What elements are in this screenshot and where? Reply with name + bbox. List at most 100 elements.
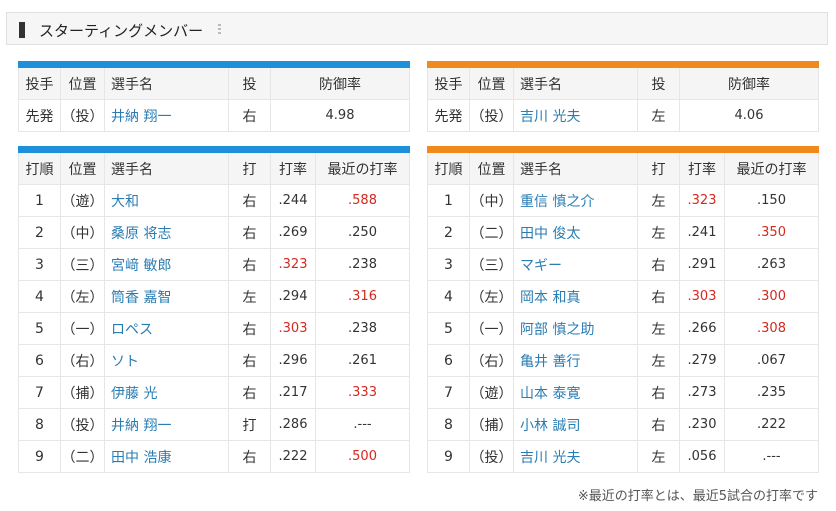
player-name-link[interactable]: ロペス bbox=[104, 312, 229, 345]
recent-average: .150 bbox=[724, 184, 819, 217]
player-name-link[interactable]: 亀井 善行 bbox=[513, 344, 638, 377]
pitcher-name-link[interactable]: 井納 翔一 bbox=[104, 99, 229, 132]
recent-average: .300 bbox=[724, 280, 819, 313]
player-name-link[interactable]: マギー bbox=[513, 248, 638, 281]
header-cell: 選手名 bbox=[104, 149, 229, 185]
batting-average: .296 bbox=[270, 344, 316, 377]
player-name-link[interactable]: 宮﨑 敏郎 bbox=[104, 248, 229, 281]
player-name-link[interactable]: ソト bbox=[104, 344, 229, 377]
batting-order: 9 bbox=[18, 440, 61, 473]
batting-hand: 右 bbox=[637, 248, 680, 281]
pitcher-position: （投） bbox=[469, 99, 514, 132]
dotted-separator-icon bbox=[218, 24, 221, 36]
position: （三） bbox=[469, 248, 514, 281]
recent-average: .261 bbox=[315, 344, 410, 377]
lineup-row: 8 （投） 井納 翔一打 .286 .--- bbox=[18, 408, 410, 441]
header-cell: 打 bbox=[637, 149, 680, 185]
recent-average: .--- bbox=[724, 440, 819, 473]
footnote: ※最近の打率とは、最近5試合の打率です bbox=[577, 489, 818, 504]
batting-hand: 左 bbox=[637, 440, 680, 473]
player-name-link[interactable]: 小林 誠司 bbox=[513, 408, 638, 441]
player-name-link[interactable]: 田中 俊太 bbox=[513, 216, 638, 249]
pitcher-header-row: 投手 位置 選手名 投 防御率 bbox=[427, 64, 819, 100]
batting-hand: 右 bbox=[228, 440, 271, 473]
batting-average: .303 bbox=[679, 280, 725, 313]
header-cell: 選手名 bbox=[513, 64, 638, 100]
batting-order: 3 bbox=[427, 248, 470, 281]
batting-order: 1 bbox=[18, 184, 61, 217]
lineup-row: 5 （一） ロペス右 .303.238 bbox=[18, 312, 410, 345]
batting-hand: 左 bbox=[637, 344, 680, 377]
player-name-link[interactable]: 筒香 嘉智 bbox=[104, 280, 229, 313]
batting-order: 7 bbox=[18, 376, 61, 409]
position: （左） bbox=[469, 280, 514, 313]
left-lineup-table: 打順 位置 選手名 打 打率 最近の打率 1 （遊） 大和右 .244.588 2 （中）… bbox=[18, 146, 410, 473]
header-cell: 防御率 bbox=[270, 64, 410, 100]
batting-order: 3 bbox=[18, 248, 61, 281]
batting-order: 8 bbox=[427, 408, 470, 441]
batting-hand: 右 bbox=[228, 376, 271, 409]
header-cell: 最近の打率 bbox=[315, 149, 410, 185]
pitcher-era: 4.98 bbox=[270, 99, 410, 132]
right-lineup-table: 打順 位置 選手名 打 打率 最近の打率 1 （中） 重信 慎之介左 .323.150… bbox=[427, 146, 819, 473]
player-name-link[interactable]: 重信 慎之介 bbox=[513, 184, 638, 217]
batting-hand: 右 bbox=[228, 248, 271, 281]
header-cell: 打順 bbox=[427, 149, 470, 185]
left-pitcher-table: 投手 位置 選手名 投 防御率 先発 （投） 井納 翔一 右 4.98 bbox=[18, 61, 410, 132]
header-cell: 位置 bbox=[60, 64, 105, 100]
header-cell: 投手 bbox=[18, 64, 61, 100]
lineup-header-row: 打順 位置 選手名 打 打率 最近の打率 bbox=[427, 149, 819, 185]
player-name-link[interactable]: 岡本 和真 bbox=[513, 280, 638, 313]
batting-hand: 右 bbox=[228, 184, 271, 217]
player-name-link[interactable]: 大和 bbox=[104, 184, 229, 217]
player-name-link[interactable]: 田中 浩康 bbox=[104, 440, 229, 473]
position: （二） bbox=[60, 440, 105, 473]
batting-order: 2 bbox=[427, 216, 470, 249]
position: （投） bbox=[469, 440, 514, 473]
batting-order: 6 bbox=[18, 344, 61, 377]
batting-average: .222 bbox=[270, 440, 316, 473]
player-name-link[interactable]: 阿部 慎之助 bbox=[513, 312, 638, 345]
lineup-row: 3 （三） 宮﨑 敏郎右 .323.238 bbox=[18, 248, 410, 281]
batting-average: .266 bbox=[679, 312, 725, 345]
section-title: スターティングメンバー bbox=[39, 22, 204, 40]
pitcher-hand: 右 bbox=[228, 99, 271, 132]
recent-average: .238 bbox=[315, 312, 410, 345]
player-name-link[interactable]: 桑原 将志 bbox=[104, 216, 229, 249]
batting-average: .279 bbox=[679, 344, 725, 377]
batting-hand: 打 bbox=[228, 408, 271, 441]
position: （三） bbox=[60, 248, 105, 281]
position: （一） bbox=[469, 312, 514, 345]
player-name-link[interactable]: 井納 翔一 bbox=[104, 408, 229, 441]
batting-average: .323 bbox=[679, 184, 725, 217]
batting-average: .241 bbox=[679, 216, 725, 249]
player-name-link[interactable]: 山本 泰寛 bbox=[513, 376, 638, 409]
header-cell: 位置 bbox=[469, 149, 514, 185]
position: （投） bbox=[60, 408, 105, 441]
batting-order: 4 bbox=[18, 280, 61, 313]
lineup-row: 3 （三） マギー右 .291.263 bbox=[427, 248, 819, 281]
pitcher-role: 先発 bbox=[18, 99, 61, 132]
lineup-row: 9 （二） 田中 浩康右 .222.500 bbox=[18, 440, 410, 473]
recent-average: .263 bbox=[724, 248, 819, 281]
header-cell: 投手 bbox=[427, 64, 470, 100]
pitcher-role: 先発 bbox=[427, 99, 470, 132]
lineup-header-row: 打順 位置 選手名 打 打率 最近の打率 bbox=[18, 149, 410, 185]
player-name-link[interactable]: 伊藤 光 bbox=[104, 376, 229, 409]
lineup-row: 8 （捕） 小林 誠司右 .230.222 bbox=[427, 408, 819, 441]
recent-average: .067 bbox=[724, 344, 819, 377]
recent-average: .308 bbox=[724, 312, 819, 345]
header-cell: 打順 bbox=[18, 149, 61, 185]
lineup-row: 5 （一） 阿部 慎之助左 .266.308 bbox=[427, 312, 819, 345]
header-cell: 打率 bbox=[270, 149, 316, 185]
pitcher-name-link[interactable]: 吉川 光夫 bbox=[513, 99, 638, 132]
pitcher-era: 4.06 bbox=[679, 99, 819, 132]
batting-average: .273 bbox=[679, 376, 725, 409]
player-name-link[interactable]: 吉川 光夫 bbox=[513, 440, 638, 473]
lineup-row: 7 （捕） 伊藤 光右 .217.333 bbox=[18, 376, 410, 409]
header-cell: 投 bbox=[228, 64, 271, 100]
lineup-row: 7 （遊） 山本 泰寛右 .273.235 bbox=[427, 376, 819, 409]
batting-hand: 左 bbox=[228, 280, 271, 313]
recent-average: .--- bbox=[315, 408, 410, 441]
header-cell: 防御率 bbox=[679, 64, 819, 100]
